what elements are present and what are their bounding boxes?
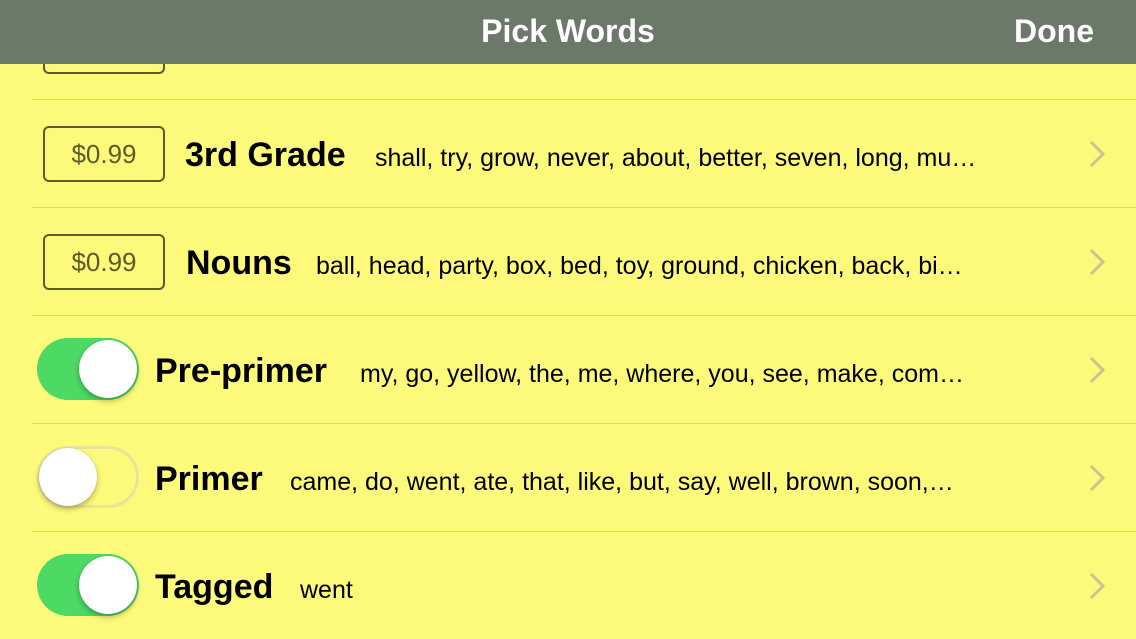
toggle-knob [79,340,137,398]
chevron-right-icon [1089,356,1106,384]
toggle-knob [79,556,137,614]
row-title: Nouns [186,244,292,282]
list-row-tagged[interactable]: Tagged went [0,532,1136,639]
row-title: 3rd Grade [185,136,346,174]
enable-toggle[interactable] [37,554,139,616]
list-row-3rd-grade[interactable]: $0.99 3rd Grade shall, try, grow, never,… [0,100,1136,208]
list-row-primer[interactable]: Primer came, do, went, ate, that, like, … [0,424,1136,532]
chevron-right-icon [1089,464,1106,492]
navigation-bar: Pick Words Done [0,0,1136,64]
toggle-knob [39,448,97,506]
row-words: came, do, went, ate, that, like, but, sa… [290,468,954,496]
list-row-nouns[interactable]: $0.99 Nouns ball, head, party, box, bed,… [0,208,1136,316]
row-title: Primer [155,460,263,498]
price-button[interactable]: $0.99 [43,126,165,182]
row-words: ball, head, party, box, bed, toy, ground… [316,252,963,280]
row-words: shall, try, grow, never, about, better, … [375,144,977,172]
chevron-right-icon [1089,140,1106,168]
done-button[interactable]: Done [1014,0,1094,64]
chevron-right-icon [1089,248,1106,276]
row-words: went [300,576,353,604]
enable-toggle[interactable] [37,446,139,508]
price-button[interactable]: $0.99 [43,234,165,290]
list-row-pre-primer[interactable]: Pre-primer my, go, yellow, the, me, wher… [0,316,1136,424]
row-words: my, go, yellow, the, me, where, you, see… [360,360,964,388]
row-title: Tagged [155,568,274,606]
page-title: Pick Words [481,13,655,49]
row-title: Pre-primer [155,352,327,390]
chevron-right-icon [1089,572,1106,600]
enable-toggle[interactable] [37,338,139,400]
